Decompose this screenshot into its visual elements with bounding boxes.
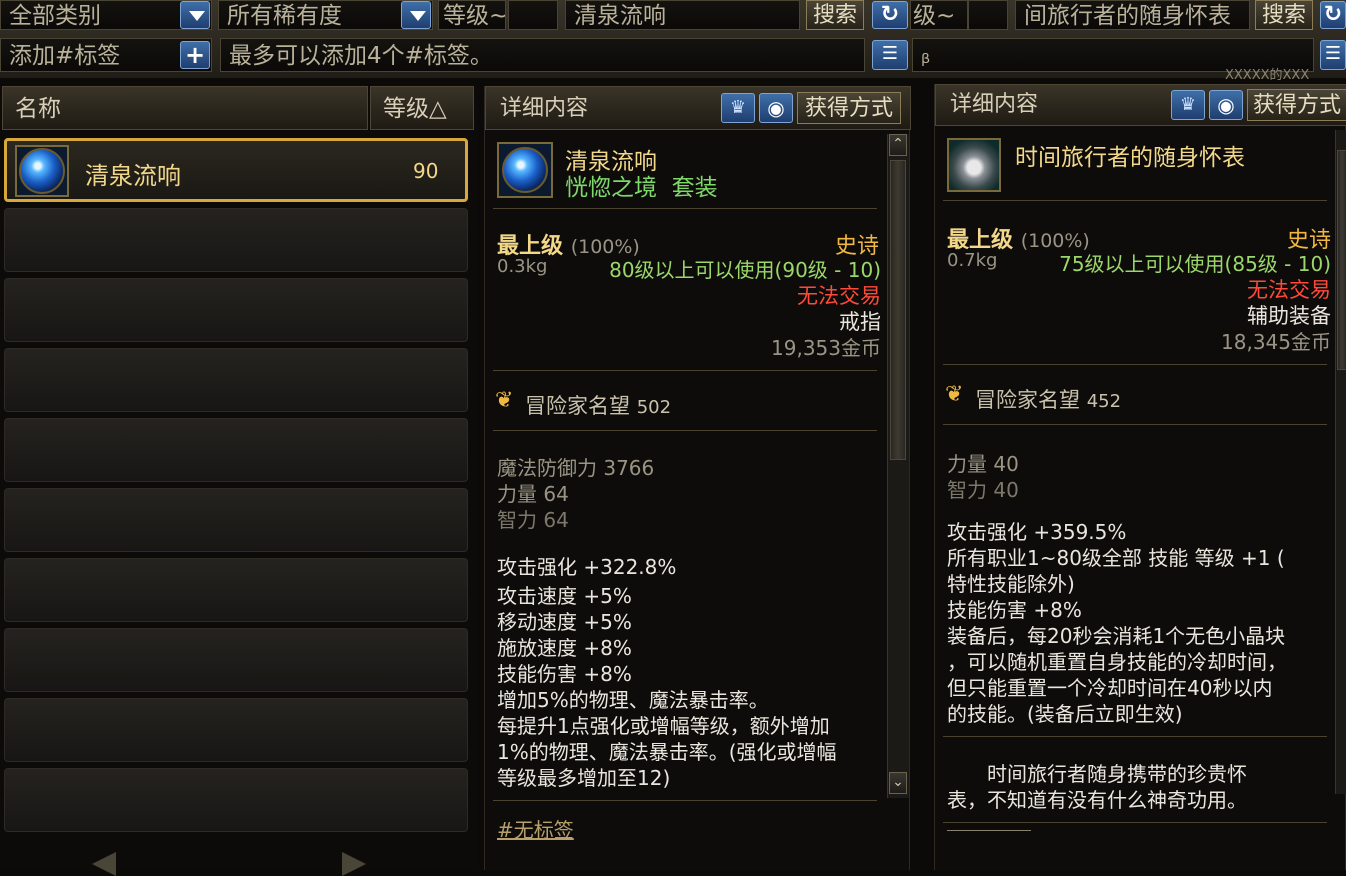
refresh-icon[interactable]: ↻ (872, 1, 908, 29)
effect-line: ，可以随机重置自身技能的冷却时间， (947, 650, 1287, 674)
tag-link[interactable]: #无标签 (497, 814, 574, 843)
price: 19,353金币 (771, 336, 881, 360)
item-list-panel: 名称 等级△ 清泉流响 90 (0, 86, 478, 876)
eye-icon[interactable]: ◉ (1209, 90, 1243, 120)
effect-line: 所有职业1~80级全部 技能 等级 +1 ( (947, 546, 1285, 570)
pocket-watch-icon (947, 138, 1001, 192)
stat-line: 魔法防御力 3766 (497, 456, 655, 480)
compare-icon[interactable]: ♛ (721, 93, 755, 123)
stat-line: 力量 64 (497, 482, 569, 506)
page-left-icon[interactable] (92, 852, 116, 876)
detail-panel-right: 详细内容 ♛ ◉ 获得方式 时间旅行者的随身怀表 最上级 (100%) 史诗 0… (934, 84, 1346, 870)
stat-line: 智力 40 (947, 478, 1019, 502)
effect-line: 等级最多增加至12) (497, 766, 671, 790)
flavor-text: 表，不知道有没有什么神奇功用。 (947, 788, 1247, 812)
acquire-button[interactable]: 获得方式 (797, 92, 901, 124)
effect-line: 增加5%的物理、魔法暴击率。 (497, 688, 769, 712)
search-bar: 全部类别 所有稀有度 等级~ 清泉流响 搜索 ↻ 级~ 间旅行者的随身怀表 搜索… (0, 0, 1346, 83)
effect-line: 1%的物理、魔法暴击率。(强化或增幅 (497, 740, 837, 764)
list-item[interactable] (4, 418, 468, 482)
fame-icon: ❦ (495, 388, 514, 413)
list-item[interactable] (4, 558, 468, 622)
list-item-name: 清泉流响 (85, 162, 181, 190)
scrollbar[interactable]: ⌃ ⌄ (887, 134, 909, 798)
right-level-input[interactable] (968, 0, 1008, 30)
list-item[interactable] (4, 208, 468, 272)
effect-line: 但只能重置一个冷却时间在40秒以内 (947, 676, 1273, 700)
chevron-down-icon[interactable] (401, 1, 431, 29)
effect-line: 攻击强化 +359.5% (947, 520, 1127, 544)
scroll-down-icon[interactable]: ⌄ (889, 772, 907, 794)
list-item-level: 90 (413, 159, 439, 183)
stat-line: 智力 64 (497, 508, 569, 532)
effect-line: 装备后，每20秒会消耗1个无色小晶块 (947, 624, 1286, 648)
refresh-icon[interactable]: ↻ (1320, 1, 1346, 29)
stat-line: 力量 40 (947, 452, 1019, 476)
scrollbar[interactable] (1335, 130, 1346, 794)
scroll-thumb[interactable] (1337, 150, 1346, 370)
list-item[interactable]: 清泉流响 90 (4, 138, 468, 202)
column-level-header[interactable]: 等级△ (370, 86, 474, 130)
effect-line: 攻击强化 +322.8% (497, 555, 677, 579)
weight: 0.7kg (947, 250, 998, 271)
fame-label: 冒险家名望 452 (975, 388, 1122, 412)
effect-line: 移动速度 +5% (497, 610, 632, 634)
column-name-header[interactable]: 名称 (2, 86, 368, 130)
right-search-button[interactable]: 搜索 (1255, 0, 1313, 30)
watermark-text: XXXXX的XXX (1225, 68, 1310, 83)
detail-panel-left: 详细内容 ♛ ◉ 获得方式 清泉流响 恍惚之境 套装 最上级 (100%) 史诗… (484, 86, 911, 870)
level-max-input[interactable] (508, 0, 558, 30)
effect-line: 技能伤害 +8% (497, 662, 632, 686)
effect-line: 攻击速度 +5% (497, 584, 632, 608)
orb-icon (15, 145, 69, 197)
list-item[interactable] (4, 698, 468, 762)
flavor-text: 时间旅行者随身携带的珍贵怀 (987, 762, 1247, 786)
right-search-input[interactable]: 间旅行者的随身怀表 (1015, 0, 1250, 30)
search-button[interactable]: 搜索 (806, 0, 864, 30)
eye-icon[interactable]: ◉ (759, 93, 793, 123)
effect-line: 特性技能除外) (947, 572, 1075, 596)
fame-label: 冒险家名望 502 (525, 394, 672, 418)
fame-icon: ❦ (945, 382, 964, 407)
acquire-button[interactable]: 获得方式 (1247, 89, 1346, 121)
weight: 0.3kg (497, 256, 548, 277)
list-item[interactable] (4, 348, 468, 412)
tag-hint: 最多可以添加4个#标签。 (220, 38, 865, 72)
list-item[interactable] (4, 278, 468, 342)
list-icon[interactable]: ☰ (872, 40, 908, 70)
level-label: 等级~ (438, 0, 506, 30)
item-name: 时间旅行者的随身怀表 (1015, 145, 1245, 171)
orb-icon (497, 142, 553, 198)
effect-line: 每提升1点强化或增幅等级，额外增加 (497, 714, 830, 738)
search-input[interactable]: 清泉流响 (565, 0, 800, 30)
right-level-label: 级~ (910, 0, 968, 30)
level-requirement: 80级以上可以使用(90级 - 10) (609, 258, 881, 282)
effect-line: 技能伤害 +8% (947, 598, 1082, 622)
set-name: 恍惚之境 套装 (565, 175, 718, 201)
scroll-thumb[interactable] (890, 160, 906, 460)
page-right-icon[interactable] (342, 852, 366, 876)
list-icon[interactable]: ☰ (1320, 40, 1346, 70)
plus-icon[interactable]: + (180, 41, 210, 69)
list-item[interactable] (4, 768, 468, 832)
price: 18,345金币 (1221, 330, 1331, 354)
list-item[interactable] (4, 628, 468, 692)
compare-icon[interactable]: ♛ (1171, 90, 1205, 120)
level-requirement: 75级以上可以使用(85级 - 10) (1059, 252, 1331, 276)
effect-line: 的技能。(装备后立即生效) (947, 702, 1183, 726)
scroll-up-icon[interactable]: ⌃ (889, 134, 907, 156)
effect-line: 施放速度 +8% (497, 636, 632, 660)
chevron-down-icon[interactable] (180, 1, 210, 29)
list-item[interactable] (4, 488, 468, 552)
